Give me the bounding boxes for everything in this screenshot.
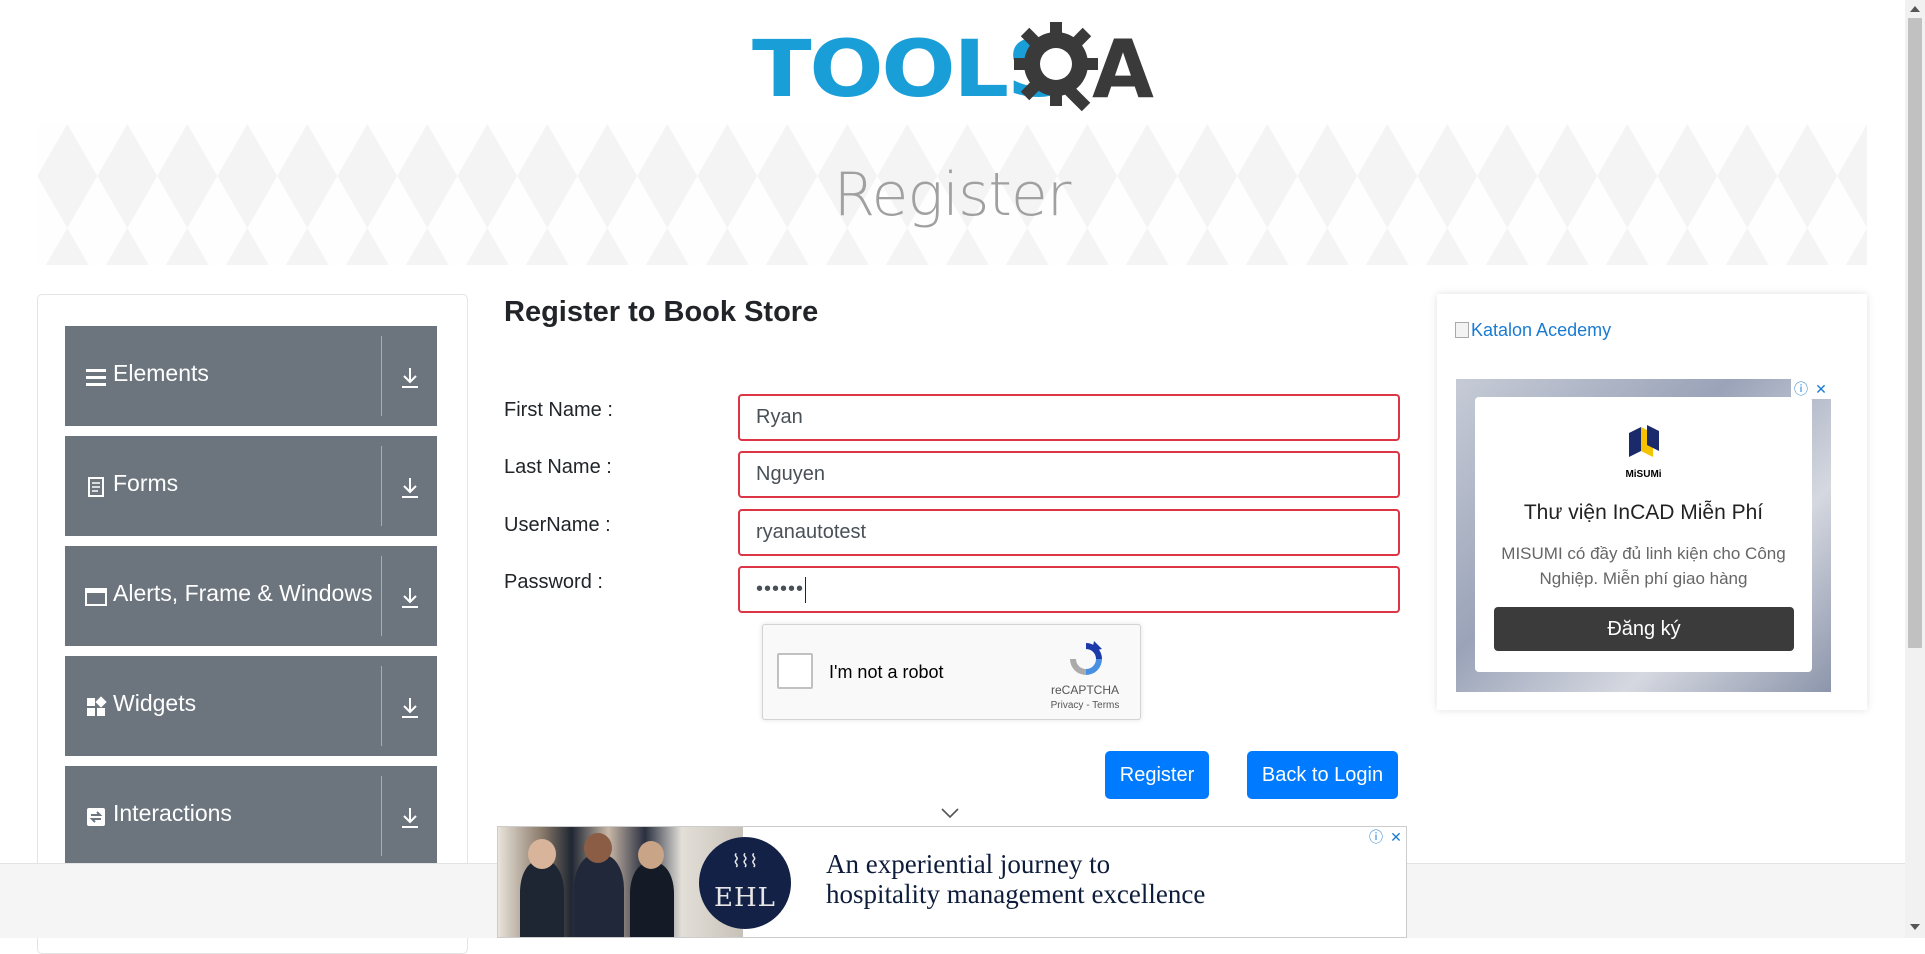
- toolsqa-logo[interactable]: TOOLS A: [752, 18, 1154, 116]
- password-value: ••••••: [756, 578, 805, 600]
- download-arrow-icon[interactable]: [399, 476, 421, 500]
- menu-item-elements[interactable]: Elements: [65, 326, 437, 426]
- password-input[interactable]: ••••••: [738, 566, 1400, 613]
- recaptcha-widget: I'm not a robot reCAPTCHA Privacy - Term…: [762, 624, 1141, 720]
- download-arrow-icon[interactable]: [399, 696, 421, 720]
- first-name-label: First Name :: [504, 399, 613, 421]
- hamburger-icon: [86, 369, 106, 386]
- last-name-input[interactable]: Nguyen: [738, 451, 1400, 498]
- ehl-tagline-line-1: An experiential journey to: [826, 849, 1111, 879]
- misumi-ad-title: Thư viện InCAD Miễn Phí: [1523, 501, 1764, 524]
- broken-image-icon: [1455, 322, 1469, 338]
- register-button[interactable]: Register: [1105, 751, 1209, 799]
- widgets-icon: [87, 696, 107, 716]
- katalon-ad-link[interactable]: Katalon Acedemy: [1455, 320, 1611, 341]
- username-input[interactable]: ryanautotest: [738, 509, 1400, 556]
- window-icon: [85, 588, 107, 606]
- download-arrow-icon[interactable]: [399, 366, 421, 390]
- page-scrollbar[interactable]: [1905, 0, 1925, 938]
- menu-item-label: Forms: [113, 470, 179, 496]
- menu-item-forms[interactable]: Forms: [65, 436, 437, 536]
- username-label: UserName :: [504, 514, 611, 536]
- misumi-register-button[interactable]: Đăng ký: [1494, 607, 1794, 651]
- document-icon: [88, 477, 104, 497]
- ehl-logo: ⌇⌇⌇ EHL: [699, 837, 791, 929]
- menu-item-label: Interactions: [113, 800, 232, 826]
- menu-item-label: Alerts, Frame & Windows: [113, 580, 373, 606]
- form-title: Register to Book Store: [504, 296, 819, 328]
- text-caret: [805, 576, 807, 603]
- misumi-ad-description: MISUMI có đầy đủ linh kiện cho Công Nghi…: [1501, 544, 1786, 588]
- recaptcha-brand: reCAPTCHA: [1050, 683, 1119, 697]
- misumi-card: MiSUMi Thư viện InCAD Miễn Phí MISUMI có…: [1475, 397, 1812, 672]
- scrollbar-thumb[interactable]: [1908, 18, 1922, 648]
- recaptcha-label: I'm not a robot: [829, 662, 944, 682]
- download-arrow-icon[interactable]: [399, 806, 421, 830]
- left-menu: Elements Forms Alerts, Frame & Windows W…: [37, 294, 468, 954]
- page-title: Register: [833, 160, 1072, 230]
- menu-item-widgets[interactable]: Widgets: [65, 656, 437, 756]
- interactions-icon: [87, 808, 105, 826]
- password-label: Password :: [504, 571, 603, 593]
- ehl-ad-banner[interactable]: ⌇⌇⌇ EHL An experiential journey to hospi…: [497, 826, 1407, 938]
- scroll-down-arrow-icon[interactable]: [1909, 922, 1921, 932]
- ad-info-icon[interactable]: ⓘ: [1791, 379, 1811, 399]
- misumi-logo-icon: [1629, 425, 1659, 457]
- ad-close-icon[interactable]: ✕: [1386, 827, 1406, 847]
- ehl-tagline: An experiential journey to hospitality m…: [826, 849, 1205, 909]
- back-to-login-button[interactable]: Back to Login: [1247, 751, 1398, 799]
- menu-item-interactions[interactable]: Interactions: [65, 766, 437, 866]
- menu-item-label: Widgets: [113, 690, 197, 716]
- recaptcha-checkbox[interactable]: [777, 653, 813, 689]
- divider: [381, 776, 382, 856]
- logo-a: A: [1092, 23, 1154, 116]
- page-banner: Register: [37, 124, 1867, 265]
- download-arrow-icon[interactable]: [399, 586, 421, 610]
- misumi-ad[interactable]: ⓘ ✕ MiSUMi Thư viện InCAD Miễn Phí MISUM…: [1456, 379, 1831, 692]
- recaptcha-links[interactable]: Privacy - Terms: [1033, 700, 1137, 711]
- ad-info-icon[interactable]: ⓘ: [1366, 827, 1386, 847]
- first-name-input[interactable]: Ryan: [738, 394, 1400, 441]
- right-ad-panel: Katalon Acedemy ⓘ ✕ MiSUMi Thư viện InCA…: [1437, 294, 1867, 710]
- divider: [381, 666, 382, 746]
- misumi-wordmark: MiSUMi: [1625, 469, 1662, 480]
- ehl-crest-icon: ⌇⌇⌇: [731, 851, 759, 872]
- scroll-up-arrow-icon[interactable]: [1909, 4, 1921, 14]
- recaptcha-icon: [1070, 641, 1102, 675]
- divider: [381, 556, 382, 636]
- last-name-label: Last Name :: [504, 456, 612, 478]
- menu-item-alerts-frame-windows[interactable]: Alerts, Frame & Windows: [65, 546, 437, 646]
- ehl-logo-text: EHL: [714, 883, 776, 913]
- menu-item-label: Elements: [113, 360, 209, 386]
- ehl-tagline-line-2: hospitality management excellence: [826, 879, 1206, 909]
- katalon-alt-text: Katalon Acedemy: [1471, 320, 1612, 340]
- divider: [381, 336, 382, 416]
- ad-close-icon[interactable]: ✕: [1811, 379, 1831, 399]
- chevron-down-icon[interactable]: [940, 806, 960, 820]
- divider: [381, 446, 382, 526]
